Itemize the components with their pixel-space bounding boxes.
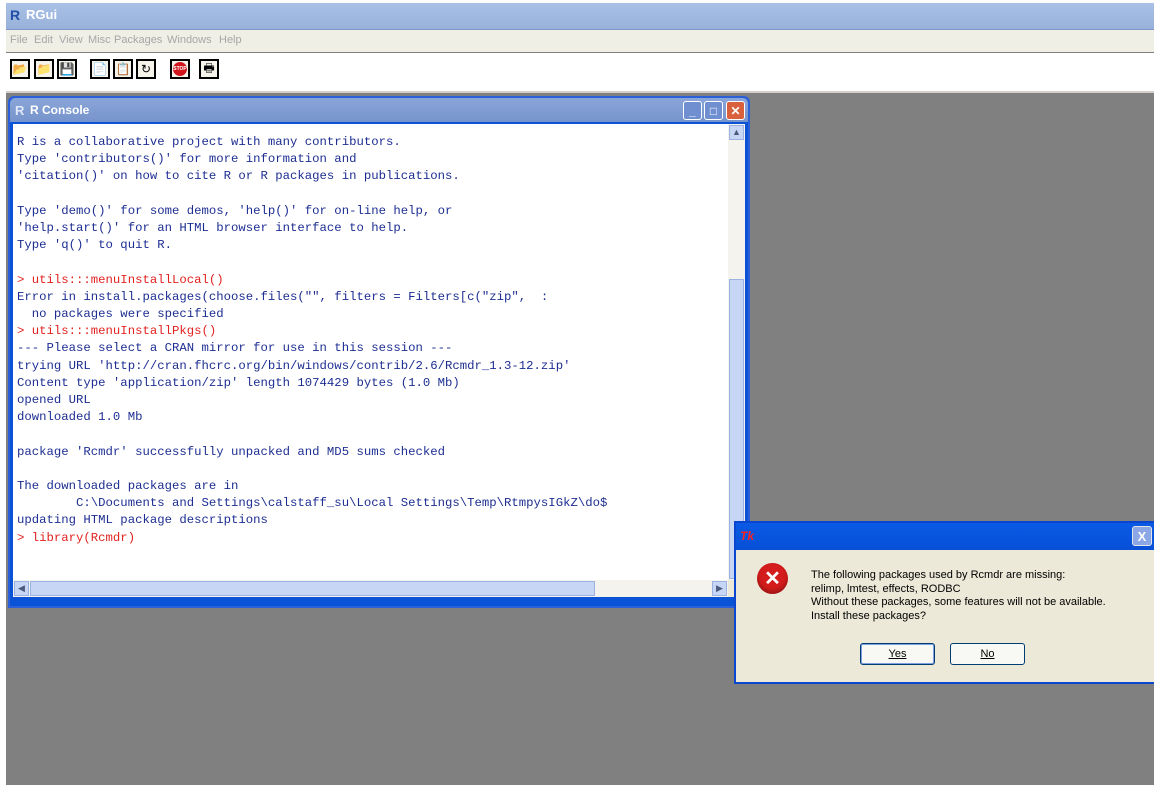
print-icon: 🖶 <box>203 60 215 75</box>
console-line: Error in install.packages(choose.files("… <box>17 289 549 304</box>
horizontal-scroll-thumb[interactable] <box>30 581 595 596</box>
stop-icon: STOP <box>173 62 187 76</box>
console-line: R is a collaborative project with many c… <box>17 135 401 149</box>
menu-packages[interactable]: Packages <box>114 34 162 46</box>
console-title: R Console <box>30 103 90 117</box>
refresh-button[interactable]: ↻ <box>136 59 156 79</box>
console-line: 'help.start()' for an HTML browser inter… <box>17 221 409 236</box>
maximize-icon: □ <box>709 103 718 118</box>
app-title: RGui <box>26 7 58 22</box>
r-logo-icon: R <box>10 7 21 23</box>
copy-icon: 📄 <box>92 62 108 76</box>
scroll-up-icon[interactable]: ▲ <box>729 125 744 140</box>
console-line: updating HTML package descriptions <box>17 513 268 528</box>
console-text: R is a collaborative project with many c… <box>17 134 607 547</box>
dialog-titlebar[interactable]: Tk X <box>736 523 1154 550</box>
menu-help[interactable]: Help <box>219 34 242 46</box>
console-titlebar[interactable]: R R Console _ □ ✕ <box>10 98 748 122</box>
dialog-message-line: Without these packages, some features wi… <box>811 596 1106 608</box>
console-line: > utils:::menuInstallLocal() <box>17 272 224 287</box>
scroll-left-icon[interactable]: ◀ <box>14 581 29 596</box>
open-script-icon: 📂 <box>12 62 28 76</box>
load-workspace-icon: 📁 <box>36 62 52 76</box>
stop-button[interactable]: STOP <box>170 59 190 79</box>
menu-windows[interactable]: Windows <box>167 34 212 46</box>
maximize-button[interactable]: □ <box>704 101 723 120</box>
console-line: 'citation()' on how to cite R or R packa… <box>17 169 460 184</box>
open-script-button[interactable]: 📂 <box>10 59 30 79</box>
yes-label: Yes <box>888 648 907 660</box>
copy-button[interactable]: 📄 <box>90 59 110 79</box>
r-logo-icon: R <box>15 103 25 118</box>
console-line: C:\Documents and Settings\calstaff_su\Lo… <box>17 496 608 511</box>
menu-view[interactable]: View <box>59 34 83 46</box>
no-button[interactable]: No <box>950 643 1025 665</box>
menu-file[interactable]: File <box>10 34 28 46</box>
console-line: Type 'demo()' for some demos, 'help()' f… <box>17 203 453 218</box>
app-titlebar: R RGui <box>6 3 1154 30</box>
paste-icon: 📋 <box>115 62 131 76</box>
horizontal-scrollbar[interactable]: ◀ ▶ <box>13 580 728 597</box>
dialog-message-line: Install these packages? <box>811 609 926 622</box>
load-workspace-button[interactable]: 📁 <box>34 59 54 79</box>
console-line: > utils:::menuInstallPkgs() <box>17 324 217 339</box>
close-button[interactable]: ✕ <box>726 101 745 120</box>
console-line: opened URL <box>17 393 91 408</box>
console-output[interactable]: R is a collaborative project with many c… <box>13 124 728 580</box>
console-line: package 'Rcmdr' successfully unpacked an… <box>17 444 446 459</box>
save-icon: 💾 <box>59 62 75 76</box>
close-icon: X <box>1137 528 1147 544</box>
paste-button[interactable]: 📋 <box>113 59 133 79</box>
console-line: no packages were specified <box>17 307 224 322</box>
refresh-icon: ↻ <box>140 62 152 76</box>
menu-misc[interactable]: Misc <box>88 34 111 46</box>
toolbar: 📂 📁 💾 📄 📋 ↻ STOP 🖶 <box>6 53 1154 93</box>
missing-packages-dialog: Tk X ✕ The following packages used by Rc… <box>734 521 1154 684</box>
console-line: downloaded 1.0 Mb <box>17 410 143 425</box>
dialog-close-button[interactable]: X <box>1132 526 1152 546</box>
console-line: --- Please select a CRAN mirror for use … <box>17 341 453 356</box>
dialog-message-line: relimp, lmtest, effects, RODBC <box>811 582 961 595</box>
scroll-right-icon[interactable]: ▶ <box>712 581 727 596</box>
menu-bar: File Edit View Misc Packages Windows Hel… <box>6 30 1154 52</box>
console-line: Content type 'application/zip' length 10… <box>17 375 460 390</box>
tk-logo-icon: Tk <box>740 529 755 543</box>
minimize-icon: _ <box>689 103 696 118</box>
r-console-window: R R Console _ □ ✕ R is a collaborative p… <box>8 96 750 608</box>
console-line: trying URL 'http://cran.fhcrc.org/bin/wi… <box>17 358 571 373</box>
console-line: The downloaded packages are in <box>17 479 239 494</box>
console-line: Type 'q()' to quit R. <box>17 238 172 253</box>
dialog-message-line: The following packages used by Rcmdr are… <box>811 569 1066 581</box>
console-line: > library(Rcmdr) <box>17 530 136 545</box>
close-icon: ✕ <box>730 103 741 118</box>
vertical-scrollbar[interactable]: ▲ <box>728 124 745 580</box>
no-label: No <box>980 648 995 660</box>
menu-edit[interactable]: Edit <box>34 34 53 46</box>
error-icon: ✕ <box>757 563 788 594</box>
console-line: Type 'contributors()' for more informati… <box>17 152 357 167</box>
save-button[interactable]: 💾 <box>57 59 77 79</box>
print-button[interactable]: 🖶 <box>199 59 219 79</box>
minimize-button[interactable]: _ <box>683 101 702 120</box>
dialog-message: The following packages used by Rcmdr are… <box>811 569 1151 623</box>
yes-button[interactable]: Yes <box>860 643 935 665</box>
